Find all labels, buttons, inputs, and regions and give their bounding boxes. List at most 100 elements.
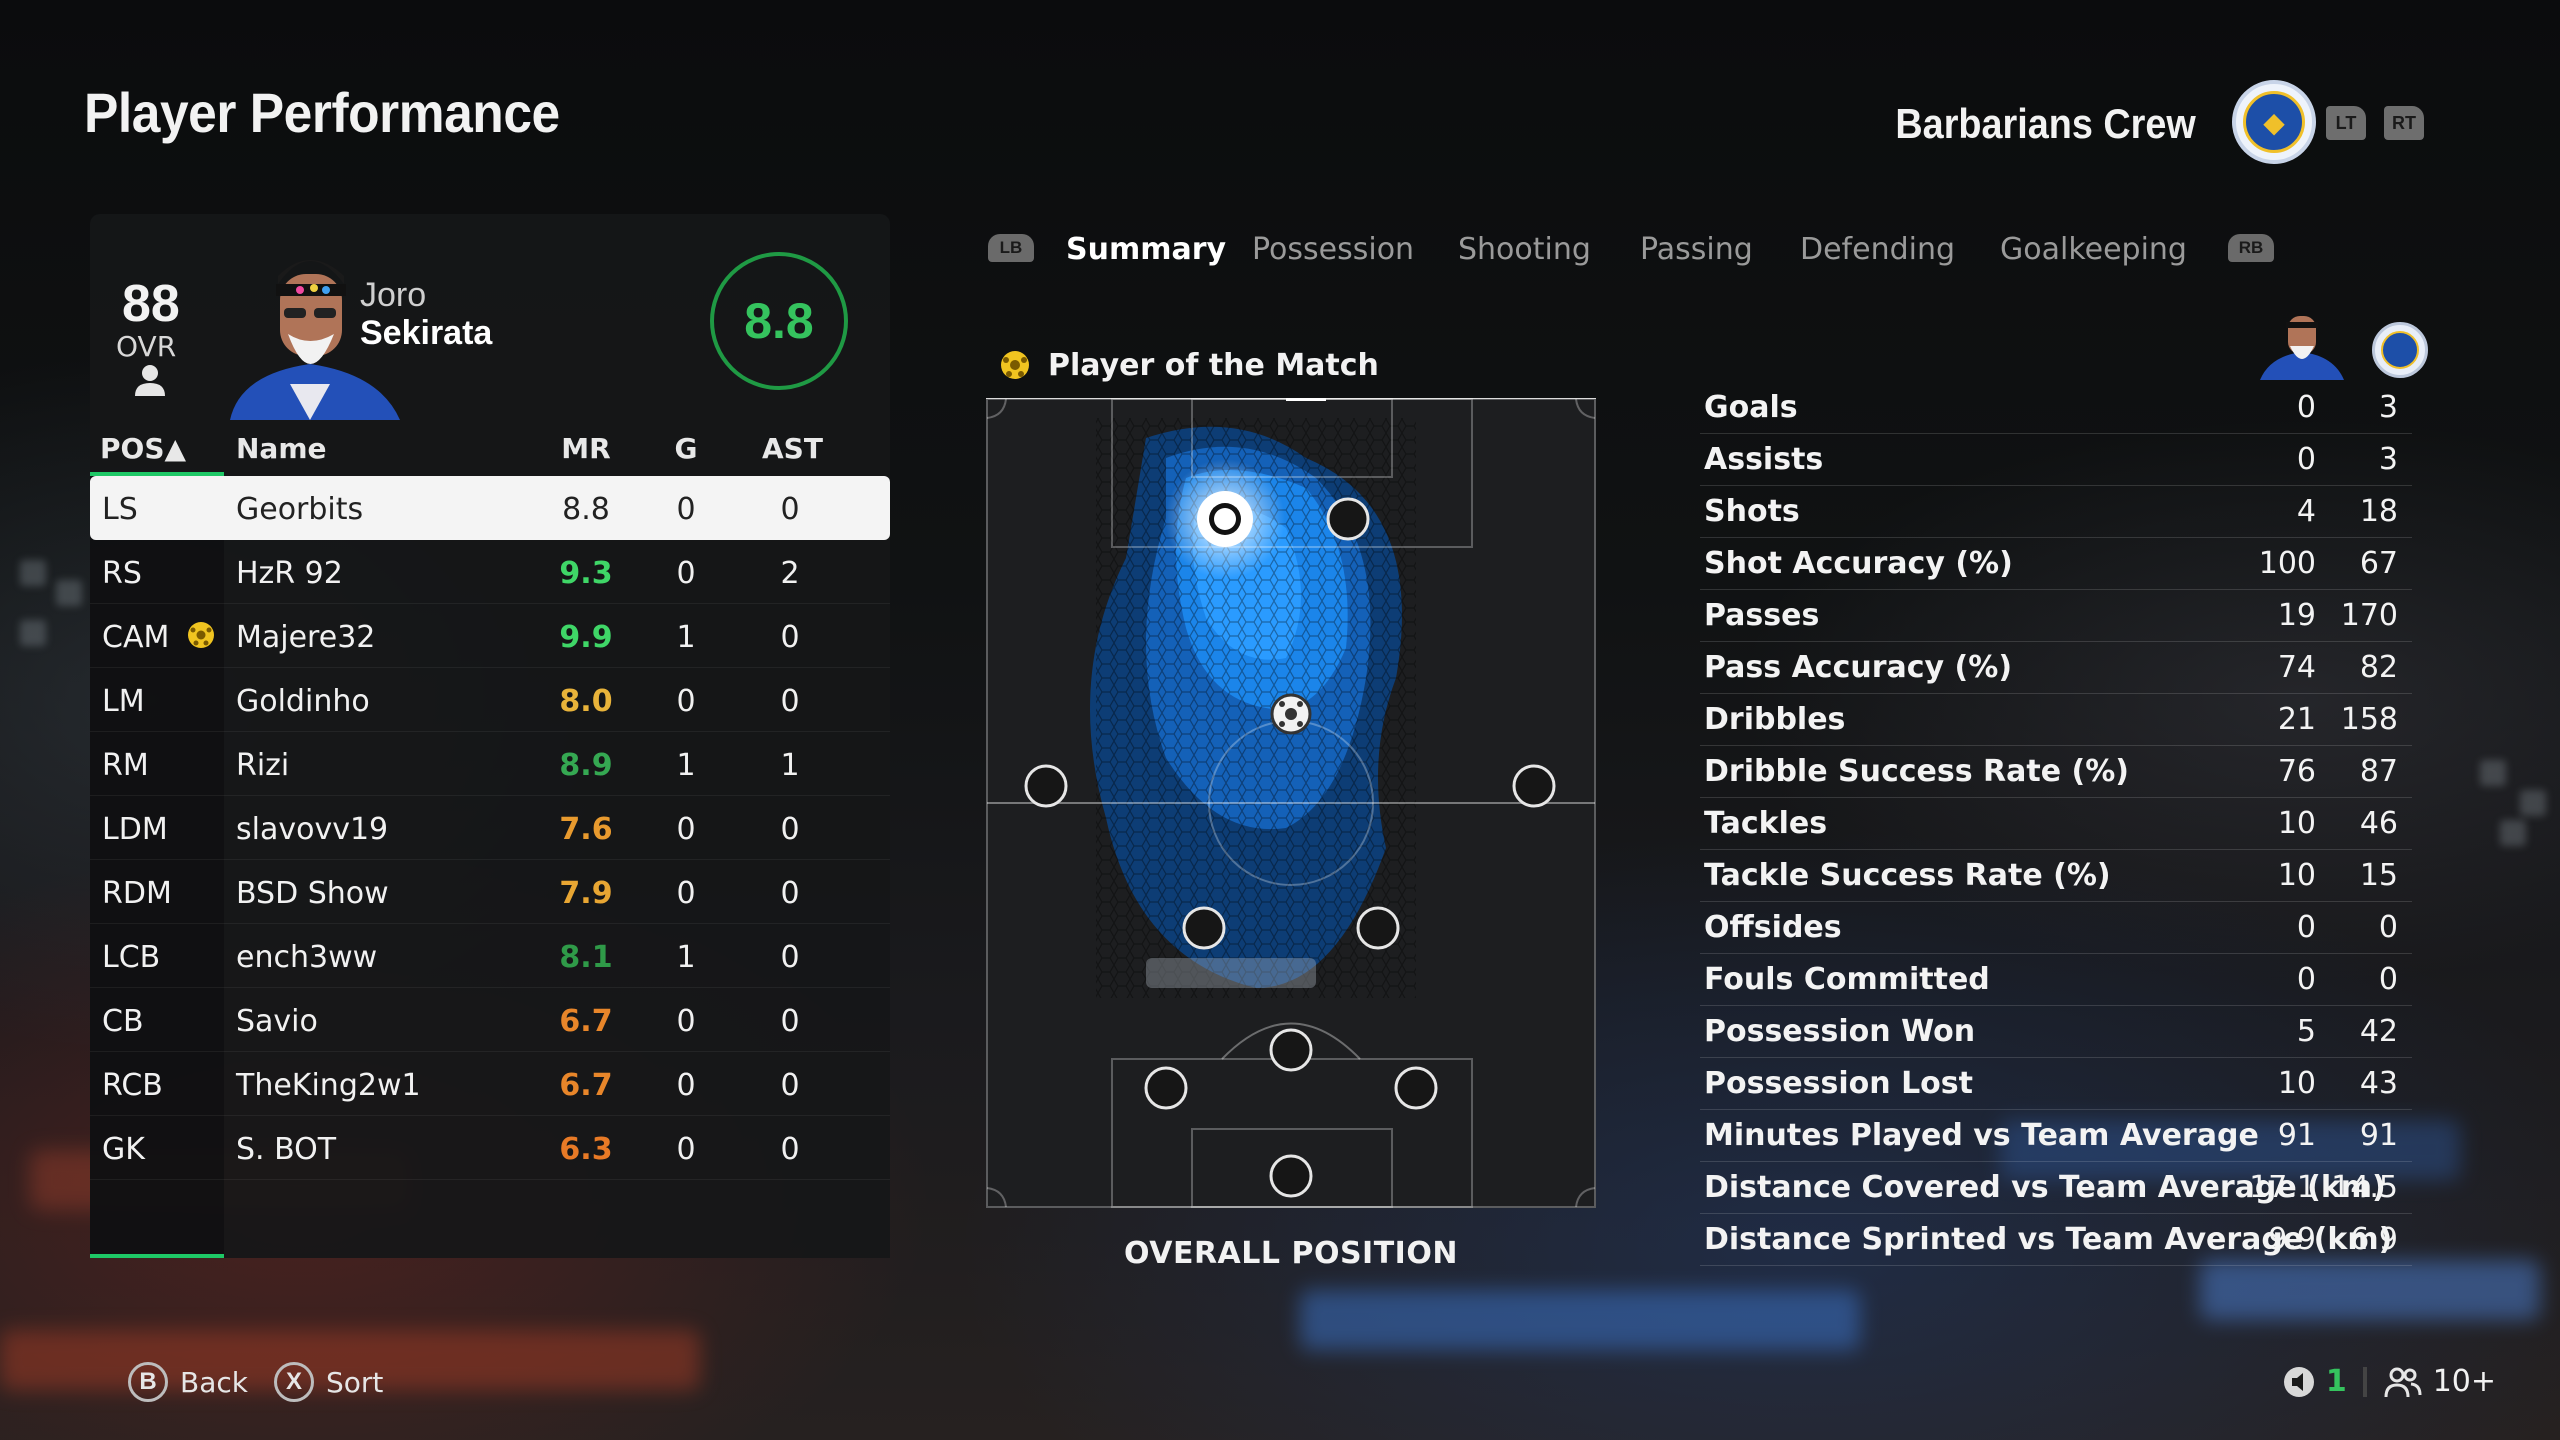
tab-goalkeeping[interactable]: Goalkeeping xyxy=(2000,232,2187,267)
name-header[interactable]: Name xyxy=(236,432,327,465)
stat-row: Dribbles 21 158 xyxy=(1700,694,2412,746)
stat-row: Fouls Committed 0 0 xyxy=(1700,954,2412,1006)
sort-button[interactable]: X Sort xyxy=(274,1362,383,1402)
row-match-rating: 6.7 xyxy=(559,1004,613,1039)
tab-summary[interactable]: Summary xyxy=(1066,232,1226,267)
stat-row: Passes 19 170 xyxy=(1700,590,2412,642)
stat-team-value: 170 xyxy=(2340,598,2398,633)
team-name: Barbarians Crew xyxy=(1895,100,2196,147)
stat-team-value: 3 xyxy=(2378,442,2398,477)
team-crest-icon: ◆ xyxy=(2232,80,2316,164)
stat-player-value: 10 xyxy=(2277,806,2316,841)
rb-bumper-button[interactable]: RB xyxy=(2228,234,2274,262)
stat-team-value: 158 xyxy=(2340,702,2398,737)
stat-player-value: 0 xyxy=(2296,442,2316,477)
row-position: LCB xyxy=(102,940,161,975)
row-assists: 0 xyxy=(780,684,800,719)
table-row[interactable]: LCB ench3ww 8.1 1 0 xyxy=(90,924,890,988)
tab-possession[interactable]: Possession xyxy=(1252,232,1414,267)
table-row[interactable]: GK S. BOT 6.3 0 0 xyxy=(90,1116,890,1180)
stat-team-value: 42 xyxy=(2359,1014,2398,1049)
row-assists: 0 xyxy=(780,1004,800,1039)
row-assists: 2 xyxy=(780,556,800,591)
tab-passing[interactable]: Passing xyxy=(1640,232,1753,267)
stat-label: Minutes Played vs Team Average xyxy=(1704,1118,2259,1153)
row-assists: 0 xyxy=(780,812,800,847)
stat-row: Tackle Success Rate (%) 10 15 xyxy=(1700,850,2412,902)
stat-row: Possession Lost 10 43 xyxy=(1700,1058,2412,1110)
b-button-icon: B xyxy=(128,1362,168,1402)
stat-team-value: 46 xyxy=(2359,806,2398,841)
table-row[interactable]: RCB TheKing2w1 6.7 0 0 xyxy=(90,1052,890,1116)
selected-player-card: 88 OVR Joro Sekirata 8.8 xyxy=(90,214,890,420)
footer-divider xyxy=(2362,1366,2367,1397)
table-row[interactable]: RDM BSD Show 7.9 0 0 xyxy=(90,860,890,924)
stat-label: Possession Won xyxy=(1704,1014,1976,1049)
row-name: Majere32 xyxy=(236,620,376,655)
stat-label: Shots xyxy=(1704,494,1800,529)
stat-label: Possession Lost xyxy=(1704,1066,1973,1101)
team-column-crest-icon xyxy=(2372,322,2428,378)
potm-ball-icon xyxy=(188,622,214,648)
player-column-avatar xyxy=(2260,316,2344,380)
stat-row: Tackles 10 46 xyxy=(1700,798,2412,850)
table-row[interactable]: LM Goldinho 8.0 0 0 xyxy=(90,668,890,732)
player-ovr: 88 xyxy=(122,275,180,333)
row-match-rating: 8.1 xyxy=(559,940,613,975)
lt-trigger-button[interactable]: LT xyxy=(2326,106,2366,140)
stat-row: Minutes Played vs Team Average 91 91 xyxy=(1700,1110,2412,1162)
stat-label: Tackles xyxy=(1704,806,1828,841)
mr-header[interactable]: MR xyxy=(556,432,616,465)
stat-label: Goals xyxy=(1704,390,1798,425)
row-match-rating: 6.3 xyxy=(559,1132,613,1167)
row-match-rating: 8.9 xyxy=(559,748,613,783)
player-name: Joro Sekirata xyxy=(360,276,492,352)
stat-row: Shots 4 18 xyxy=(1700,486,2412,538)
row-match-rating: 9.9 xyxy=(559,620,613,655)
stat-player-value: 9.9 xyxy=(2268,1222,2316,1257)
pos-header[interactable]: POS▲ xyxy=(100,432,186,465)
stat-player-value: 0 xyxy=(2296,910,2316,945)
table-row[interactable]: LDM slavovv19 7.6 0 0 xyxy=(90,796,890,860)
tab-defending[interactable]: Defending xyxy=(1800,232,1955,267)
scroll-indicator xyxy=(90,1254,224,1258)
row-position: RDM xyxy=(102,876,172,911)
row-name: Goldinho xyxy=(236,684,370,719)
table-row[interactable]: RS HzR 92 9.3 0 2 xyxy=(90,540,890,604)
tab-shooting[interactable]: Shooting xyxy=(1458,232,1591,267)
stat-team-value: 3 xyxy=(2378,390,2398,425)
rt-trigger-button[interactable]: RT xyxy=(2384,106,2424,140)
stat-label: Dribble Success Rate (%) xyxy=(1704,754,2129,789)
table-row[interactable]: CAM Majere32 9.9 1 0 xyxy=(90,604,890,668)
back-label: Back xyxy=(180,1365,248,1399)
stat-player-value: 10 xyxy=(2277,1066,2316,1101)
stat-row: Offsides 0 0 xyxy=(1700,902,2412,954)
row-position: RM xyxy=(102,748,149,783)
row-goals: 0 xyxy=(676,812,696,847)
g-header[interactable]: G xyxy=(666,432,706,465)
table-row[interactable]: CB Savio 6.7 0 0 xyxy=(90,988,890,1052)
stat-player-value: 76 xyxy=(2277,754,2316,789)
row-position: LDM xyxy=(102,812,168,847)
back-button[interactable]: B Back xyxy=(128,1362,248,1402)
row-assists: 0 xyxy=(780,620,800,655)
stat-row: Distance Sprinted vs Team Average (km) 9.… xyxy=(1700,1214,2412,1266)
sort-label: Sort xyxy=(326,1365,384,1399)
stat-team-value: 6.9 xyxy=(2350,1222,2398,1257)
table-row[interactable]: RM Rizi 8.9 1 1 xyxy=(90,732,890,796)
row-assists: 0 xyxy=(780,940,800,975)
stat-player-value: 17.1 xyxy=(2249,1170,2316,1205)
row-position: RCB xyxy=(102,1068,163,1103)
stat-player-value: 10 xyxy=(2277,858,2316,893)
table-row[interactable]: LS Georbits 8.8 0 0 xyxy=(90,476,890,540)
ball-position-icon xyxy=(1270,693,1312,735)
row-goals: 0 xyxy=(676,684,696,719)
row-name: ench3ww xyxy=(236,940,378,975)
stat-team-value: 82 xyxy=(2359,650,2398,685)
lb-bumper-button[interactable]: LB xyxy=(988,234,1034,262)
row-goals: 0 xyxy=(676,492,696,527)
overall-position-caption: OVERALL POSITION xyxy=(1124,1236,1458,1271)
row-name: Georbits xyxy=(236,492,364,527)
row-match-rating: 7.9 xyxy=(559,876,613,911)
ast-header[interactable]: AST xyxy=(762,432,823,465)
